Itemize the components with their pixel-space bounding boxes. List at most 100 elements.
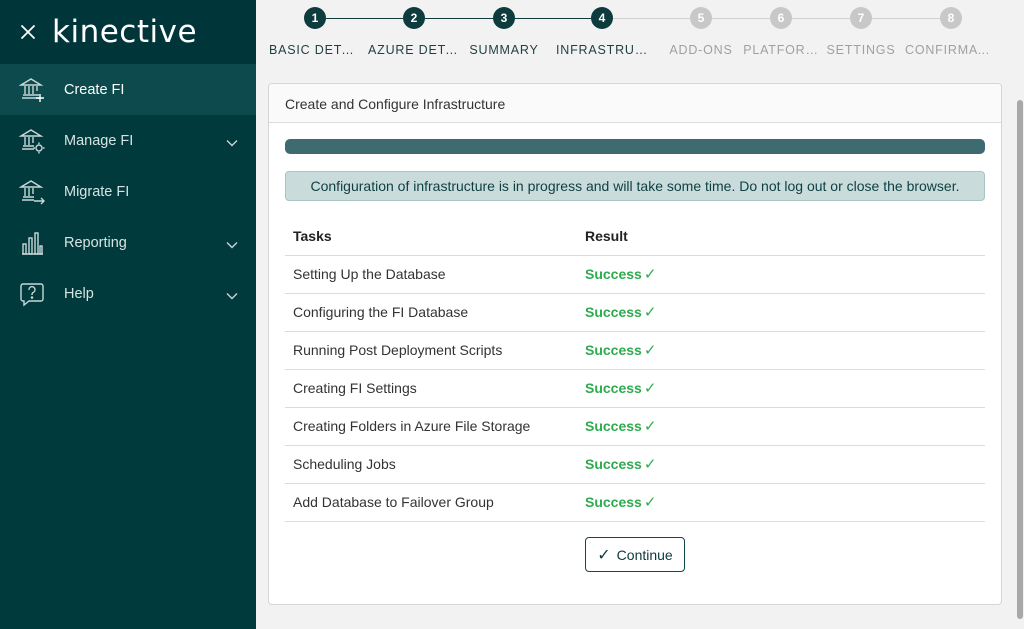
step-6-label[interactable]: PLATFOR… [735,43,827,57]
table-header-row: Tasks Result [285,217,985,256]
close-sidebar-button[interactable] [0,0,56,64]
task-name: Running Post Deployment Scripts [285,331,577,370]
task-result: Success ✓ [577,255,985,294]
bar-chart-icon [0,230,64,256]
step-2-label[interactable]: AZURE DETA… [368,43,460,57]
task-name: Setting Up the Database [285,255,577,294]
step-connector [712,18,770,19]
check-icon: ✓ [643,266,657,283]
success-status: Success [585,494,642,510]
sidebar-nav: Create FI Manage FI Migrate FI Reporting Hel… [0,64,256,319]
card-title: Create and Configure Infrastructure [269,84,1001,123]
kinective-logo: kinective [52,14,198,50]
task-result: Success ✓ [577,407,985,446]
sidebar-item-create-fi[interactable]: Create FI [0,64,256,115]
table-row: Running Post Deployment Scripts Success ✓ [285,331,985,370]
sidebar: kinective Create FI Manage FI Migrate FI Re… [0,0,256,629]
expand-chevron[interactable] [226,236,238,254]
task-result: Success ✓ [577,331,985,370]
infrastructure-card: Create and Configure Infrastructure Conf… [268,83,1002,605]
step-3-label[interactable]: SUMMARY [458,43,550,57]
step-8-circle[interactable]: 8 [940,7,962,29]
step-4-circle[interactable]: 4 [591,7,613,29]
check-icon: ✓ [643,418,657,435]
main-content: 1 BASIC DETA… 2 AZURE DETA… 3 SUMMARY 4 INFRAST… [256,0,1016,629]
wizard-stepper: 1 BASIC DETA… 2 AZURE DETA… 3 SUMMARY 4 INFRAST… [256,0,1016,70]
table-row: Add Database to Failover Group Success ✓ [285,483,985,522]
task-result: Success ✓ [577,369,985,408]
step-8-label[interactable]: CONFIRMATI… [905,43,997,57]
step-7-label[interactable]: SETTINGS [815,43,907,57]
task-name: Scheduling Jobs [285,445,577,484]
table-row: Creating Folders in Azure File Storage Su… [285,407,985,446]
continue-button[interactable]: ✓ Continue [585,537,685,572]
expand-chevron[interactable] [226,134,238,152]
chevron-down-icon [226,140,238,147]
check-icon: ✓ [643,342,657,359]
bank-plus-icon [0,77,64,103]
brand-bar: kinective [0,0,256,64]
table-row: Configuring the FI Database Success ✓ [285,293,985,332]
table-row: Scheduling Jobs Success ✓ [285,445,985,484]
expand-chevron[interactable] [226,287,238,305]
table-row: Setting Up the Database Success ✓ [285,255,985,294]
task-result: Success ✓ [577,483,985,522]
task-table: Tasks Result Setting Up the Database Succ… [285,217,985,522]
sidebar-item-help[interactable]: Help [0,268,256,319]
step-connector [326,18,403,19]
scrollbar-thumb[interactable] [1017,100,1023,619]
step-5-circle[interactable]: 5 [690,7,712,29]
step-6-circle[interactable]: 6 [770,7,792,29]
task-name: Creating FI Settings [285,369,577,408]
sidebar-item-manage-fi[interactable]: Manage FI [0,115,256,166]
success-status: Success [585,418,642,434]
task-name: Configuring the FI Database [285,293,577,332]
bank-arrow-icon [0,179,64,205]
success-status: Success [585,342,642,358]
sidebar-item-reporting[interactable]: Reporting [0,217,256,268]
page-scrollbar[interactable] [1016,0,1024,629]
success-status: Success [585,456,642,472]
check-icon: ✓ [643,456,657,473]
table-row: Creating FI Settings Success ✓ [285,369,985,408]
chevron-down-icon [226,293,238,300]
step-4-label[interactable]: INFRASTRUCT… [556,43,648,57]
sidebar-item-migrate-fi[interactable]: Migrate FI [0,166,256,217]
sidebar-item-label: Reporting [64,234,127,251]
task-result: Success ✓ [577,293,985,332]
sidebar-item-label: Create FI [64,81,125,98]
step-1-circle[interactable]: 1 [304,7,326,29]
task-name: Add Database to Failover Group [285,483,577,522]
column-header-result: Result [577,217,985,256]
chevron-down-icon [226,242,238,249]
step-1-label[interactable]: BASIC DETA… [269,43,361,57]
sidebar-item-label: Help [64,285,94,302]
check-icon: ✓ [643,494,657,511]
step-7-circle[interactable]: 7 [850,7,872,29]
success-status: Success [585,380,642,396]
step-connector [515,18,591,19]
step-3-circle[interactable]: 3 [493,7,515,29]
step-connector [613,18,690,19]
check-icon: ✓ [597,546,611,564]
success-status: Success [585,266,642,282]
column-header-tasks: Tasks [285,217,577,256]
step-5-label[interactable]: ADD-ONS [655,43,747,57]
task-result: Success ✓ [577,445,985,484]
task-name: Creating Folders in Azure File Storage [285,407,577,446]
step-2-circle[interactable]: 2 [403,7,425,29]
close-icon [21,25,35,39]
bank-gear-icon [0,128,64,154]
progress-bar [285,139,985,154]
continue-label: Continue [616,546,673,563]
check-icon: ✓ [643,304,657,321]
step-connector [872,18,940,19]
check-icon: ✓ [643,380,657,397]
success-status: Success [585,304,642,320]
step-connector [425,18,493,19]
help-bubble-icon [0,281,64,307]
sidebar-item-label: Migrate FI [64,183,130,200]
step-connector [792,18,850,19]
sidebar-item-label: Manage FI [64,132,134,149]
info-alert: Configuration of infrastructure is in pr… [285,171,985,201]
